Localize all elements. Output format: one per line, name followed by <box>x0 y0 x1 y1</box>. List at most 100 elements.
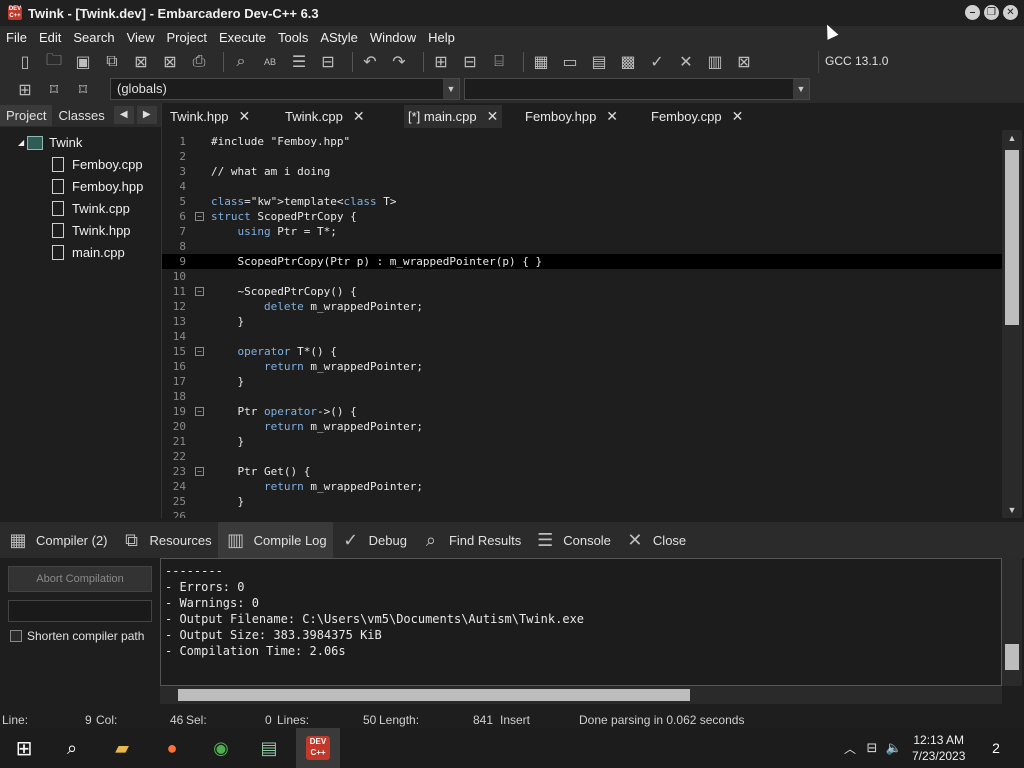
collapse-icon[interactable]: ◢ <box>18 138 24 147</box>
code-line[interactable]: 26 <box>162 509 1002 518</box>
minimize-button[interactable]: – <box>965 5 980 20</box>
tab-compiler[interactable]: ▦ Compiler (2) <box>0 522 114 558</box>
chevron-down-icon[interactable]: ▼ <box>443 79 459 99</box>
menu-tools[interactable]: Tools <box>272 30 314 45</box>
close-icon[interactable]: ✕ <box>487 108 499 125</box>
compiler-select[interactable]: GCC 13.1.0 <box>818 51 1024 73</box>
close-all-icon[interactable]: ⊠ <box>159 51 181 73</box>
compile-icon[interactable]: ▦ <box>530 51 552 73</box>
code-line[interactable]: 8 <box>162 239 1002 254</box>
delete-profile-icon[interactable]: ⊠ <box>733 51 755 73</box>
code-line[interactable]: 11− ~ScopedPtrCopy() { <box>162 284 1002 299</box>
code-line[interactable]: 25 } <box>162 494 1002 509</box>
menu-astyle[interactable]: AStyle <box>314 30 364 45</box>
toggle-bookmark-icon[interactable]: ⌑ <box>43 79 65 101</box>
code-line[interactable]: 3 // what am i doing <box>162 164 1002 179</box>
close-icon[interactable]: ✕ <box>732 108 744 125</box>
bookmark-icon[interactable]: ⊟ <box>317 51 339 73</box>
tree-file-item[interactable]: main.cpp <box>52 245 125 260</box>
redo-icon[interactable]: ↷ <box>388 51 410 73</box>
compile-log[interactable]: -------- - Errors: 0 - Warnings: 0 - Output… <box>160 558 1002 686</box>
log-vertical-scrollbar[interactable] <box>1002 558 1022 686</box>
editor-tab-twink-cpp[interactable]: Twink.cpp ✕ <box>285 108 365 125</box>
code-line[interactable]: 9 ScopedPtrCopy(Ptr p) : m_wrappedPointe… <box>162 254 1002 269</box>
search-icon[interactable]: ⌕ <box>58 734 86 762</box>
code-line[interactable]: 10 <box>162 269 1002 284</box>
code-editor[interactable]: 1 #include "Femboy.hpp" 2 3// what am i doi… <box>162 130 1002 518</box>
menu-edit[interactable]: Edit <box>33 30 67 45</box>
tree-file-item[interactable]: Femboy.cpp <box>52 157 143 172</box>
scroll-thumb[interactable] <box>1005 644 1019 670</box>
save-icon[interactable]: ▣ <box>72 51 94 73</box>
close-window-button[interactable]: ✕ <box>1003 5 1018 20</box>
insert-icon[interactable]: ⊞ <box>14 79 36 101</box>
menu-view[interactable]: View <box>121 30 161 45</box>
menu-window[interactable]: Window <box>364 30 422 45</box>
stop-icon[interactable]: ✕ <box>675 51 697 73</box>
chevron-down-icon[interactable]: ▼ <box>793 79 809 99</box>
tab-resources[interactable]: ⧉ Resources <box>114 522 218 558</box>
checkbox-box[interactable] <box>10 630 22 642</box>
syntax-check-icon[interactable]: ✓ <box>646 51 668 73</box>
scope-combo[interactable]: (globals) ▼ <box>110 78 460 100</box>
editor-tab-main-cpp[interactable]: [*] main.cpp ✕ <box>404 105 503 128</box>
code-line[interactable]: 6− struct ScopedPtrCopy { <box>162 209 1002 224</box>
code-line[interactable]: 7 using Ptr = T*; <box>162 224 1002 239</box>
code-line[interactable]: 2 <box>162 149 1002 164</box>
fold-toggle-icon[interactable]: − <box>195 347 204 356</box>
code-line[interactable]: 22 <box>162 449 1002 464</box>
fold-toggle-icon[interactable]: − <box>195 212 204 221</box>
profile-icon[interactable]: ▥ <box>704 51 726 73</box>
tab-close[interactable]: ✕ Close <box>617 522 692 558</box>
fold-toggle-icon[interactable]: − <box>195 467 204 476</box>
volume-muted-icon[interactable]: 🔈 <box>880 734 908 762</box>
chevron-left-icon[interactable]: ◀ <box>113 106 134 124</box>
new-file-icon[interactable]: ▯ <box>14 51 36 73</box>
code-line[interactable]: 16 return m_wrappedPointer; <box>162 359 1002 374</box>
goto-icon[interactable]: ☰ <box>288 51 310 73</box>
scroll-thumb[interactable] <box>178 689 690 701</box>
rebuild-icon[interactable]: ▩ <box>617 51 639 73</box>
abort-compilation-button[interactable]: Abort Compilation <box>8 566 152 592</box>
menu-search[interactable]: Search <box>67 30 120 45</box>
scroll-thumb[interactable] <box>1005 150 1019 325</box>
fold-toggle-icon[interactable]: − <box>195 407 204 416</box>
project-options-icon[interactable]: ⌸ <box>488 51 510 73</box>
chrome-icon[interactable]: ◉ <box>207 734 235 762</box>
tree-file-item[interactable]: Twink.hpp <box>52 223 131 238</box>
editor-tab-femboy-cpp[interactable]: Femboy.cpp ✕ <box>651 108 743 125</box>
tab-debug[interactable]: ✓ Debug <box>333 522 413 558</box>
code-line[interactable]: 24 return m_wrappedPointer; <box>162 479 1002 494</box>
tab-compile-log[interactable]: ▥ Compile Log <box>217 522 333 558</box>
function-combo[interactable]: ▼ <box>464 78 810 100</box>
tab-console[interactable]: ☰ Console <box>527 522 617 558</box>
add-to-project-icon[interactable]: ⊞ <box>430 51 452 73</box>
close-icon[interactable]: ✕ <box>606 108 618 125</box>
code-line[interactable]: 12 delete m_wrappedPointer; <box>162 299 1002 314</box>
log-horizontal-scrollbar[interactable] <box>160 686 1002 704</box>
editor-tab-twink-hpp[interactable]: Twink.hpp ✕ <box>170 108 250 125</box>
remove-from-project-icon[interactable]: ⊟ <box>459 51 481 73</box>
undo-icon[interactable]: ↶ <box>359 51 381 73</box>
tab-project[interactable]: Project <box>0 104 53 126</box>
devcpp-taskbar-button[interactable]: DEV C++ <box>296 728 340 768</box>
chevron-right-icon[interactable]: ▶ <box>136 106 157 124</box>
file-explorer-icon[interactable]: ▰ <box>108 734 136 762</box>
tree-file-item[interactable]: Twink.cpp <box>52 201 130 216</box>
close-icon[interactable]: ✕ <box>353 108 365 125</box>
code-line[interactable]: 4 <box>162 179 1002 194</box>
code-line[interactable]: 21 } <box>162 434 1002 449</box>
maximize-button[interactable]: ❐ <box>984 5 999 20</box>
notepad-icon[interactable]: ▤ <box>255 734 283 762</box>
close-file-icon[interactable]: ⊠ <box>130 51 152 73</box>
replace-icon[interactable]: AB <box>259 51 281 73</box>
run-icon[interactable]: ▭ <box>559 51 581 73</box>
shorten-path-checkbox[interactable]: Shorten compiler path <box>10 629 144 643</box>
tab-classes[interactable]: Classes <box>52 105 110 126</box>
save-all-icon[interactable]: ⧉ <box>101 51 123 73</box>
compile-run-icon[interactable]: ▤ <box>588 51 610 73</box>
firefox-icon[interactable]: ● <box>158 734 186 762</box>
goto-bookmark-icon[interactable]: ⌑ <box>72 79 94 101</box>
close-icon[interactable]: ✕ <box>239 108 251 125</box>
editor-tab-femboy-hpp[interactable]: Femboy.hpp ✕ <box>525 108 618 125</box>
